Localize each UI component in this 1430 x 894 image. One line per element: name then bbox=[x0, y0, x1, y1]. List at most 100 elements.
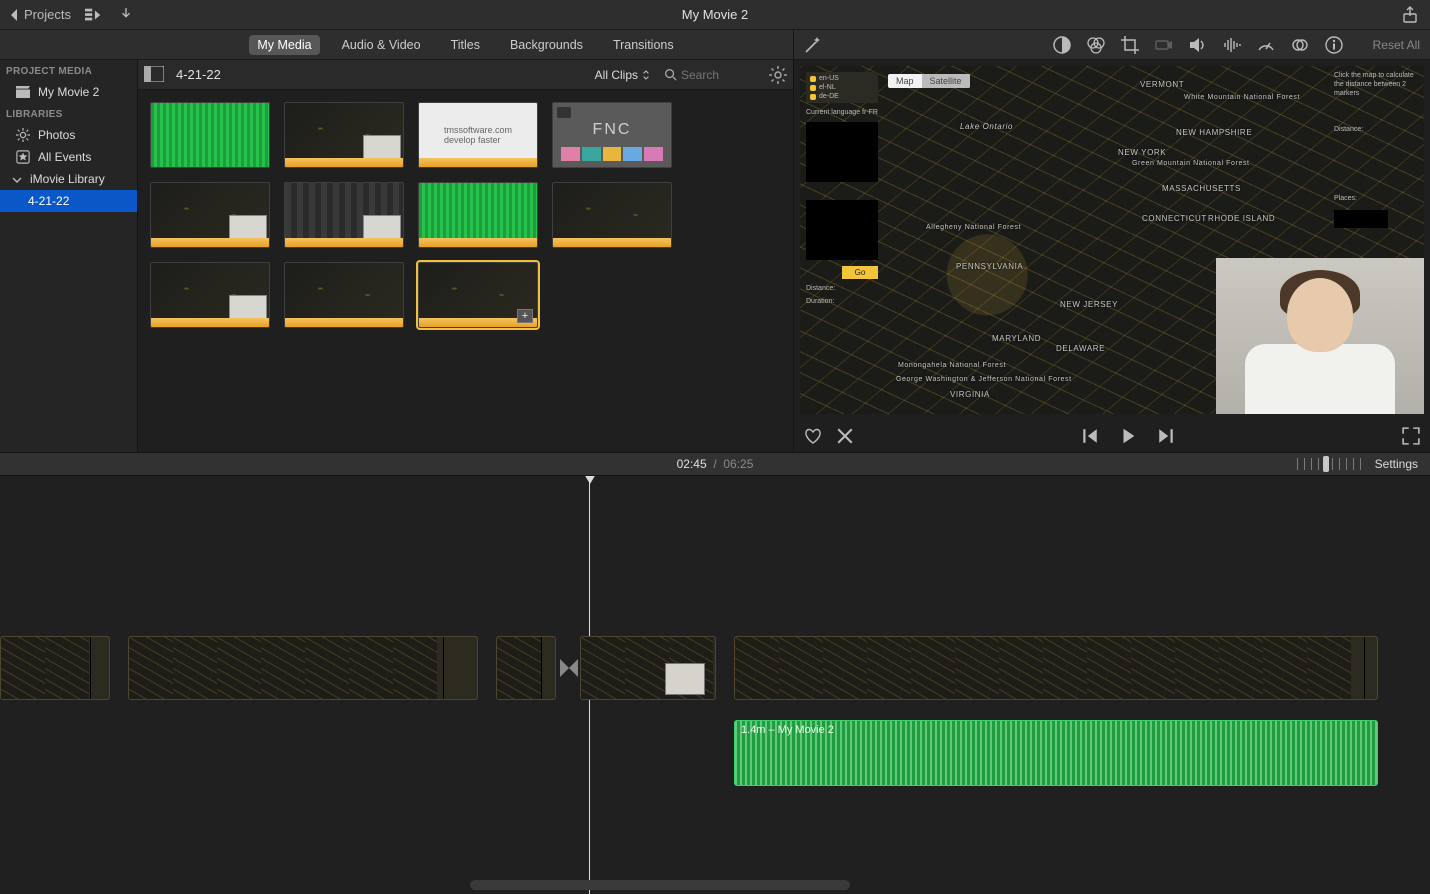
tab-backgrounds[interactable]: Backgrounds bbox=[502, 35, 591, 55]
clips-filter-label: All Clips bbox=[595, 68, 638, 82]
map-footer-distance: Distance: bbox=[806, 285, 878, 292]
map-help-distance: Distance: bbox=[1334, 126, 1418, 135]
noise-reduction-icon[interactable] bbox=[1223, 36, 1241, 54]
share-icon[interactable] bbox=[1402, 6, 1420, 24]
map-left-panel: en-US el-NL de-DE Current language fr-FR… bbox=[806, 72, 878, 408]
speed-icon[interactable] bbox=[1257, 36, 1275, 54]
sidebar-project-my-movie-2[interactable]: My Movie 2 bbox=[0, 81, 137, 103]
media-clip-selected[interactable]: 1.4m + bbox=[418, 262, 538, 328]
sidebar-imovie-library-label: iMovie Library bbox=[30, 172, 105, 186]
timeline-audio-clip[interactable]: 1.4m – My Movie 2 bbox=[734, 720, 1378, 786]
sidebar-event-4-21-22[interactable]: 4-21-22 bbox=[0, 190, 137, 212]
sidebar-library-photos[interactable]: Photos bbox=[0, 124, 137, 146]
timeline-transition[interactable] bbox=[560, 636, 578, 700]
timeline-clip[interactable] bbox=[0, 636, 110, 700]
timeline-scrollbar[interactable] bbox=[470, 880, 850, 890]
media-clip[interactable] bbox=[552, 182, 672, 248]
search-input[interactable] bbox=[681, 68, 761, 82]
map-label-gwf: George Washington & Jefferson National F… bbox=[896, 376, 1072, 383]
sidebar-toggle-icon[interactable] bbox=[144, 66, 164, 84]
sidebar-all-events[interactable]: All Events bbox=[0, 146, 137, 168]
timeline-clip[interactable] bbox=[580, 636, 716, 700]
map-label-ct: CONNECTICUT bbox=[1142, 214, 1207, 223]
viewer-stage[interactable]: Map Satellite en-US el-NL de-DE Current … bbox=[800, 66, 1424, 414]
map-label-wmf: White Mountain National Forest bbox=[1184, 94, 1300, 101]
timeline-clip[interactable] bbox=[128, 636, 478, 700]
media-tabs: My Media Audio & Video Titles Background… bbox=[138, 30, 793, 60]
play-button[interactable] bbox=[1119, 427, 1137, 445]
map-destination-box[interactable] bbox=[806, 200, 878, 260]
viewer-pane: Reset All Map Satellite en-US el-NL de-D… bbox=[794, 30, 1430, 452]
media-clip[interactable] bbox=[284, 182, 404, 248]
next-clip-button[interactable] bbox=[1157, 427, 1175, 445]
color-balance-icon[interactable] bbox=[1053, 36, 1071, 54]
timeline-clip[interactable] bbox=[496, 636, 556, 700]
media-clip[interactable] bbox=[284, 262, 404, 328]
media-clip[interactable] bbox=[284, 102, 404, 168]
tab-audio-video[interactable]: Audio & Video bbox=[334, 35, 429, 55]
prev-clip-button[interactable] bbox=[1081, 427, 1099, 445]
import-icon[interactable] bbox=[117, 6, 135, 24]
media-clip[interactable]: FNC bbox=[552, 102, 672, 168]
back-to-projects-label: Projects bbox=[24, 7, 71, 22]
tab-titles[interactable]: Titles bbox=[443, 35, 488, 55]
map-label-vermont: VERMONT bbox=[1140, 80, 1184, 89]
fullscreen-icon[interactable] bbox=[1402, 427, 1420, 445]
language-selector[interactable]: en-US el-NL de-DE bbox=[806, 72, 878, 103]
timeline[interactable]: 1.4m – My Movie 2 bbox=[0, 476, 1430, 894]
timeline-clip[interactable] bbox=[734, 636, 1378, 700]
tab-my-media[interactable]: My Media bbox=[249, 35, 319, 55]
map-label-de: DELAWARE bbox=[1056, 344, 1105, 353]
map-label-nj: NEW JERSEY bbox=[1060, 300, 1118, 309]
go-button[interactable]: Go bbox=[842, 266, 878, 279]
stabilize-icon[interactable] bbox=[1155, 36, 1173, 54]
map-label-anf: Allegheny National Forest bbox=[926, 224, 1021, 231]
clapper-icon bbox=[16, 85, 30, 99]
timeline-settings-button[interactable]: Settings bbox=[1375, 457, 1418, 471]
media-search[interactable] bbox=[658, 68, 761, 82]
map-label-va: VIRGINIA bbox=[950, 390, 990, 399]
crop-icon[interactable] bbox=[1121, 36, 1139, 54]
info-icon[interactable] bbox=[1325, 36, 1343, 54]
media-clip[interactable] bbox=[150, 102, 270, 168]
map-label-ny: NEW YORK bbox=[1118, 148, 1166, 157]
library-list-icon[interactable] bbox=[85, 6, 103, 24]
map-label-lake: Lake Ontario bbox=[960, 122, 1013, 131]
color-correction-icon[interactable] bbox=[1087, 36, 1105, 54]
sidebar-photos-label: Photos bbox=[38, 128, 75, 142]
map-places-box[interactable] bbox=[1334, 210, 1388, 228]
clips-grid[interactable]: tmssoftware.comdevelop faster FNC 1.4m + bbox=[138, 90, 793, 452]
zoom-slider[interactable] bbox=[1297, 458, 1367, 470]
map-origin-box[interactable] bbox=[806, 122, 878, 182]
map-type-switch[interactable]: Map Satellite bbox=[888, 74, 970, 88]
back-to-projects-button[interactable]: Projects bbox=[10, 7, 71, 22]
clip-appearance-icon[interactable] bbox=[769, 66, 787, 84]
reset-all-button[interactable]: Reset All bbox=[1373, 38, 1420, 52]
media-clip[interactable] bbox=[150, 262, 270, 328]
map-footer-duration: Duration: bbox=[806, 298, 878, 305]
map-tab-satellite[interactable]: Satellite bbox=[922, 74, 970, 88]
map-label-pa: PENNSYLVANIA bbox=[956, 262, 1023, 271]
timecode-display: 02:45 / 06:25 bbox=[677, 457, 754, 471]
media-clip[interactable] bbox=[150, 182, 270, 248]
add-clip-button[interactable]: + bbox=[517, 309, 533, 323]
sidebar: PROJECT MEDIA My Movie 2 LIBRARIES Photo… bbox=[0, 30, 138, 452]
tab-transitions[interactable]: Transitions bbox=[605, 35, 682, 55]
favorite-icon[interactable] bbox=[804, 427, 822, 445]
map-tab-map[interactable]: Map bbox=[888, 74, 922, 88]
sidebar-all-events-label: All Events bbox=[38, 150, 91, 164]
reject-icon[interactable] bbox=[836, 427, 854, 445]
media-browser: My Media Audio & Video Titles Background… bbox=[138, 30, 794, 452]
star-icon bbox=[16, 150, 30, 164]
viewer-toolbar: Reset All bbox=[794, 30, 1430, 60]
volume-icon[interactable] bbox=[1189, 36, 1207, 54]
media-header: 4-21-22 All Clips bbox=[138, 60, 793, 90]
sidebar-imovie-library[interactable]: iMovie Library bbox=[0, 168, 137, 190]
chevron-down-icon bbox=[12, 174, 22, 184]
media-clip[interactable] bbox=[418, 182, 538, 248]
clip-filter-icon[interactable] bbox=[1291, 36, 1309, 54]
clips-filter-dropdown[interactable]: All Clips bbox=[595, 68, 650, 82]
media-clip[interactable]: tmssoftware.comdevelop faster bbox=[418, 102, 538, 168]
map-help-places: Places: bbox=[1334, 195, 1418, 204]
enhance-icon[interactable] bbox=[804, 36, 822, 54]
